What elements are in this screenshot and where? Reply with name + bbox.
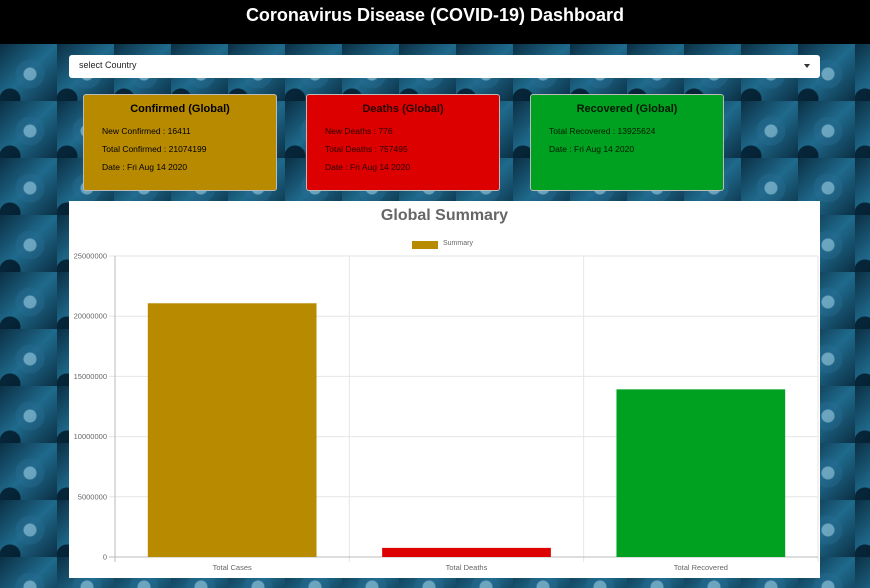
y-tick-label: 10000000 — [74, 432, 107, 441]
legend-swatch[interactable] — [412, 241, 438, 249]
total-recovered-text: Total Recovered : 13925624 — [549, 126, 656, 136]
country-select-value: select Country — [79, 60, 137, 70]
new-deaths-text: New Deaths : 776 — [325, 126, 393, 136]
total-confirmed-text: Total Confirmed : 21074199 — [102, 144, 207, 154]
recovered-date-text: Date : Fri Aug 14 2020 — [549, 144, 635, 154]
global-summary-chart: Global Summary Summary 0 5000000 10000000 1… — [69, 201, 820, 578]
y-tick-label: 20000000 — [74, 312, 107, 321]
country-select[interactable]: select Country — [69, 55, 820, 78]
new-confirmed-text: New Confirmed : 16411 — [102, 126, 191, 136]
recovered-card: Recovered (Global) Total Recovered : 139… — [530, 94, 724, 191]
page-title: Coronavirus Disease (COVID-19) Dashboard — [245, 5, 625, 25]
deaths-date-text: Date : Fri Aug 14 2020 — [325, 162, 411, 172]
recovered-card-title: Recovered (Global) — [576, 103, 678, 115]
deaths-card: Deaths (Global) New Deaths : 776 Total D… — [306, 94, 500, 191]
chevron-down-icon — [804, 64, 810, 68]
bar-total-deaths — [382, 547, 551, 557]
bar-total-recovered — [616, 389, 786, 557]
legend-label: Summary — [443, 240, 473, 247]
bar-total-cases — [147, 303, 317, 557]
y-tick-label: 15000000 — [74, 372, 107, 381]
y-tick-label: 5000000 — [78, 492, 107, 501]
x-tick-label: Total Deaths — [446, 563, 488, 572]
page-header: Coronavirus Disease (COVID-19) Dashboard — [0, 0, 870, 44]
y-tick-label: 0 — [103, 553, 107, 562]
x-tick-label: Total Cases — [213, 563, 252, 572]
confirmed-card: Confirmed (Global) New Confirmed : 16411… — [83, 94, 277, 191]
deaths-card-title: Deaths (Global) — [362, 103, 444, 115]
bar-chart-svg: 0 5000000 10000000 15000000 20000000 25000000… — [74, 252, 819, 572]
chart-title: Global Summary — [380, 207, 509, 224]
total-deaths-text: Total Deaths : 757495 — [325, 144, 408, 154]
x-tick-label: Total Recovered — [674, 563, 728, 572]
y-tick-label: 25000000 — [74, 252, 107, 261]
confirmed-date-text: Date : Fri Aug 14 2020 — [102, 162, 188, 172]
confirmed-card-title: Confirmed (Global) — [130, 103, 230, 115]
